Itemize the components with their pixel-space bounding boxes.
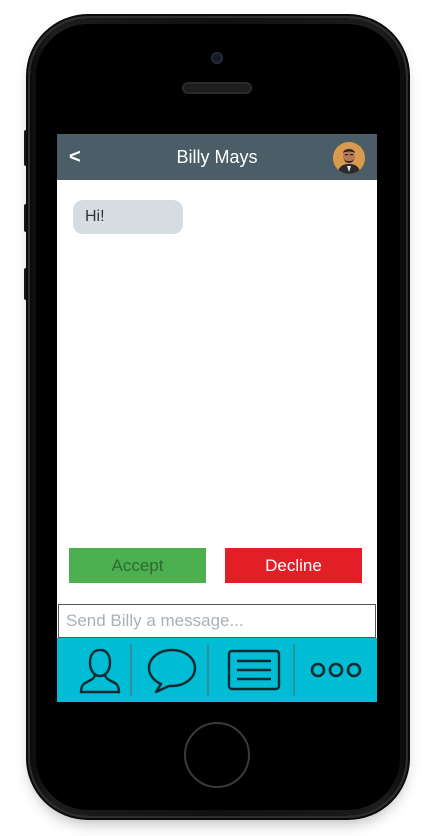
app-screen: < Billy Mays Hi! Accept Decline xyxy=(57,134,377,702)
message-text: Hi! xyxy=(85,208,105,225)
home-button[interactable] xyxy=(184,722,250,788)
bottom-tab-bar xyxy=(57,638,377,702)
earpiece-speaker xyxy=(182,82,252,94)
avatar[interactable] xyxy=(333,142,365,174)
accept-button[interactable]: Accept xyxy=(69,548,206,583)
incoming-message-bubble: Hi! xyxy=(73,200,183,234)
chat-bubble-icon xyxy=(147,648,197,694)
tab-divider xyxy=(130,644,132,696)
contact-name: Billy Mays xyxy=(176,147,258,167)
profile-icon xyxy=(79,648,121,694)
tab-divider xyxy=(293,644,295,696)
tab-profile[interactable] xyxy=(65,638,135,702)
front-camera xyxy=(211,52,223,64)
chat-header: < Billy Mays xyxy=(57,134,377,180)
message-input[interactable] xyxy=(58,604,376,638)
tab-list[interactable] xyxy=(217,638,291,702)
list-icon xyxy=(227,649,281,691)
more-icon xyxy=(310,662,362,678)
decline-button[interactable]: Decline xyxy=(225,548,362,583)
tab-messages[interactable] xyxy=(137,638,207,702)
avatar-photo xyxy=(333,142,365,174)
tab-divider xyxy=(207,644,209,696)
tab-more[interactable] xyxy=(299,638,373,702)
